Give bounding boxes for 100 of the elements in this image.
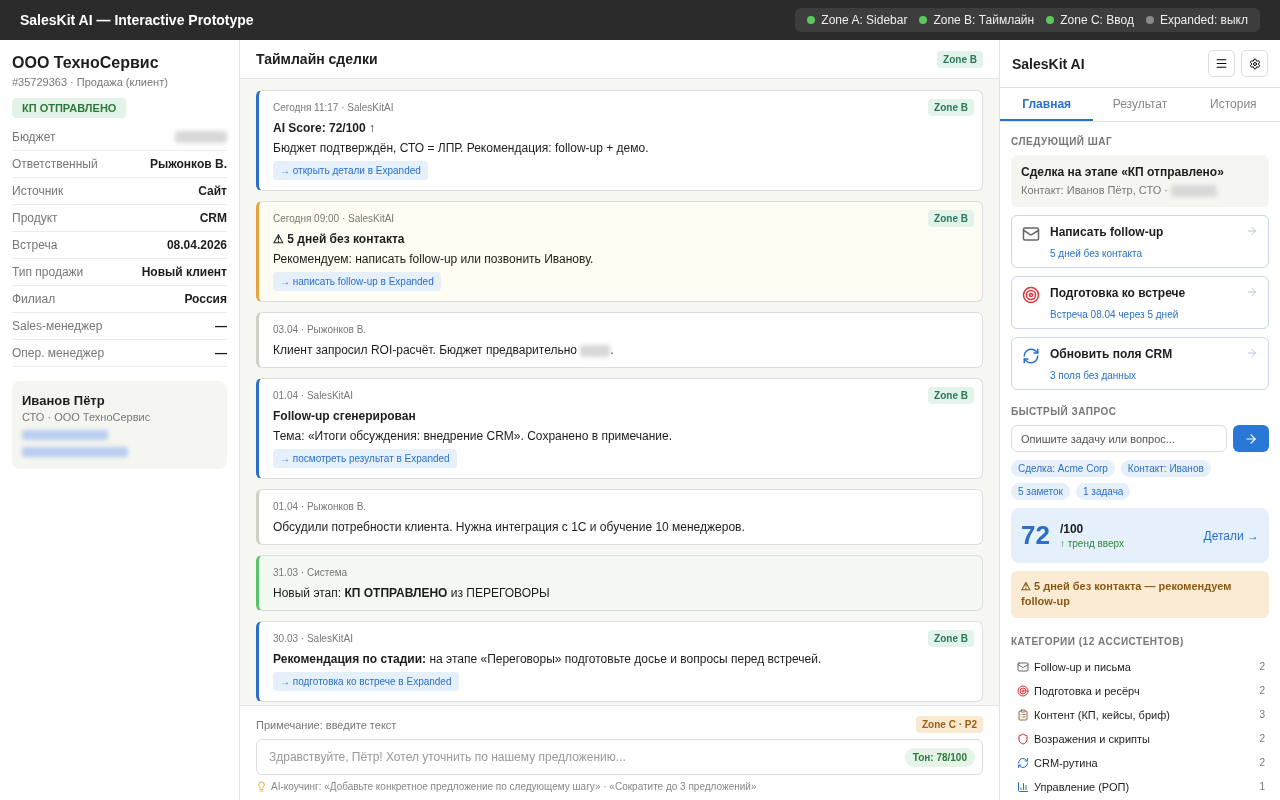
entry-text: Рекомендация по стадии: на этапе «Переговоры» подготовьте досье и вопросы перед встречей.	[273, 652, 823, 666]
entry-text: Клиент запросил ROI-расчёт. Бюджет предварительно .	[273, 343, 615, 357]
details-link[interactable]: Детали →	[1203, 528, 1259, 543]
zone-badge: Zone B	[928, 99, 974, 116]
entry-meta: Сегодня 09:00 · SalesKitAI	[273, 213, 395, 224]
target-icon	[1017, 684, 1029, 697]
target-icon	[1022, 286, 1040, 305]
action-card[interactable]: Написать follow-up 5 дней без контакта	[1011, 215, 1269, 269]
tab[interactable]: Результат	[1093, 88, 1187, 121]
entry-text: Обсудили потребности клиента. Нужна интеграция с 1С и обучение 10 менеджеров.	[273, 520, 746, 534]
entry-meta: 30.03 · SalesKitAI	[273, 633, 354, 644]
category-item[interactable]: Подготовка и ресёрч 2	[1011, 678, 1269, 703]
entry-meta: 31.03 · Система	[273, 567, 348, 578]
coach-hint: AI-коучинг: «Добавьте конкретное предложение по следующему шагу» · «Сократите до 3 предложений»	[271, 781, 757, 792]
expanded-link[interactable]: → подготовка ко встрече в Expanded	[273, 672, 459, 691]
category-item[interactable]: Follow-up и письма 2	[1011, 654, 1269, 679]
category-item[interactable]: Контент (КП, кейсы, бриф) 3	[1011, 702, 1269, 727]
section-label: СЛЕДУЮЩИЙ ШАГ	[1011, 136, 1114, 147]
lightbulb-icon	[256, 781, 267, 792]
deal-title: ООО ТехноСервис	[12, 54, 160, 72]
score-trend: ↑ тренд вверх	[1059, 538, 1126, 550]
settings-button[interactable]	[1241, 50, 1268, 77]
action-title: Подготовка ко встрече	[1050, 286, 1187, 301]
field-label: Тип продажи	[12, 265, 84, 279]
expanded-link[interactable]: → посмотреть результат в Expanded	[273, 449, 457, 468]
timeline-title: Таймлайн сделки	[256, 51, 378, 67]
action-subtitle: 3 поля без данных	[1050, 370, 1138, 382]
context-chip[interactable]: Контакт: Иванов	[1120, 460, 1211, 478]
tab[interactable]: История	[1186, 88, 1280, 121]
envelope-icon	[1022, 225, 1040, 244]
next-step-contact: Контакт: Иванов Пётр, СТО ·	[1021, 184, 1259, 198]
panel-title: SalesKit AI	[1012, 55, 1085, 72]
field-value: CRM	[199, 211, 227, 225]
action-title: Написать follow-up	[1050, 225, 1165, 240]
field-value: 08.04.2026	[166, 238, 227, 252]
settings-icon	[1248, 57, 1261, 70]
action-subtitle: 5 дней без контакта	[1050, 248, 1144, 260]
category-item[interactable]: Управление (РОП) 1	[1011, 774, 1269, 799]
field-label: Опер. менеджер	[12, 346, 105, 360]
entry-text: Бюджет подтверждён, СТО = ЛПР. Рекомендация: follow-up + демо.	[273, 141, 650, 155]
next-step-title: Сделка на этапе «КП отправлено»	[1021, 165, 1225, 179]
category-item[interactable]: Возражения и скрипты 2	[1011, 726, 1269, 751]
note-label: Примечание: введите текст	[256, 718, 397, 731]
zone-badge: Zone B	[928, 210, 974, 227]
action-title: Обновить поля CRM	[1050, 347, 1174, 362]
context-chip[interactable]: 1 задача	[1076, 483, 1131, 501]
field-value: Рыжонков В.	[150, 157, 227, 171]
entry-title: Follow-up сгенерирован	[273, 409, 417, 423]
field-label: Филиал	[12, 292, 56, 306]
field-label: Продукт	[12, 211, 58, 225]
refresh-icon	[1022, 347, 1040, 366]
zone-label: Zone C: Ввод	[1060, 13, 1134, 27]
arrow-icon	[1246, 225, 1258, 238]
field-label: Встреча	[12, 238, 58, 252]
zone-badge: Zone C · P2	[916, 716, 983, 733]
action-card[interactable]: Обновить поля CRM 3 поля без данных	[1011, 337, 1269, 391]
expanded-link[interactable]: → написать follow-up в Expanded	[273, 272, 441, 291]
shield-icon	[1017, 732, 1029, 745]
context-chip[interactable]: 5 заметок	[1011, 483, 1070, 501]
app-title: SalesKit AI — Interactive Prototype	[20, 12, 254, 28]
field-value: Россия	[184, 292, 227, 306]
tab[interactable]: Главная	[1000, 88, 1094, 121]
arrow-icon	[1246, 347, 1258, 360]
field-label: Ответственный	[12, 157, 98, 171]
menu-button[interactable]	[1208, 50, 1235, 77]
arrow-icon	[1246, 286, 1258, 299]
stage-badge: КП ОТПРАВЛЕНО	[12, 98, 127, 118]
entry-text: Тема: «Итоги обсуждения: внедрение CRM». Сохранено в примечание.	[273, 429, 674, 443]
tone-badge: Тон: 78/100	[904, 748, 975, 767]
action-subtitle: Встреча 08.04 через 5 дней	[1050, 309, 1180, 321]
action-card[interactable]: Подготовка ко встрече Встреча 08.04 через 5 дней	[1011, 276, 1269, 330]
field-label: Бюджет	[12, 130, 56, 144]
zone-badge: Zone B	[928, 630, 974, 647]
chart-icon	[1017, 780, 1029, 793]
refresh-icon	[1017, 756, 1029, 769]
envelope-icon	[1017, 660, 1029, 673]
warning-alert: ⚠ 5 дней без контакта — рекомендуем follow-up	[1011, 571, 1269, 618]
entry-meta: Сегодня 11:17 · SalesKitAI	[273, 102, 394, 113]
field-label: Sales-менеджер	[12, 319, 103, 333]
context-chip[interactable]: Сделка: Acme Corp	[1011, 460, 1115, 478]
score-max: /100	[1059, 522, 1085, 537]
entry-title: AI Score: 72/100 ↑	[273, 121, 377, 135]
section-label: КАТЕГОРИИ (12 АССИСТЕНТОВ)	[1011, 635, 1185, 647]
send-button[interactable]	[1233, 425, 1269, 453]
expanded-link[interactable]: → открыть детали в Expanded	[273, 161, 428, 180]
entry-title: ⚠ 5 дней без контакта	[273, 232, 406, 246]
zone-badge: Zone B	[928, 387, 974, 404]
contact-role: СТО · ООО ТехноСервис	[22, 411, 152, 423]
entry-meta: 01.04 · SalesKitAI	[273, 390, 354, 401]
score-value: 72	[1021, 520, 1050, 552]
contact-name: Иванов Пётр	[22, 393, 106, 408]
category-item[interactable]: CRM-рутина 2	[1011, 750, 1269, 775]
field-value: —	[215, 346, 227, 360]
deal-meta: #35729363 · Продажа (клиент)	[12, 76, 169, 88]
field-value: —	[215, 319, 227, 333]
query-field[interactable]: Опишите задачу или вопрос...	[1011, 425, 1227, 453]
entry-meta: 01.04 · Рыжонков В.	[273, 501, 367, 512]
zone-label: Expanded: выкл	[1159, 13, 1248, 27]
section-label: БЫСТРЫЙ ЗАПРОС	[1011, 406, 1118, 418]
zone-label: Zone B: Таймлайн	[933, 13, 1035, 27]
